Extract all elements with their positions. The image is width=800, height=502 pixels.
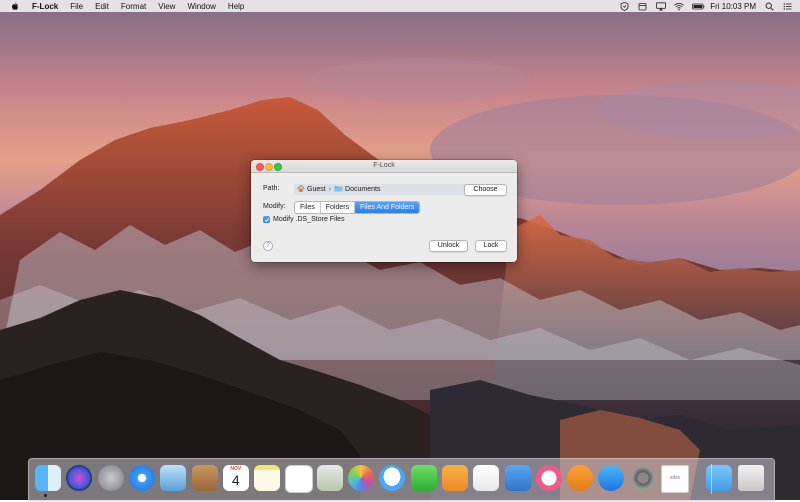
launchpad-icon[interactable] [97, 465, 124, 491]
calendar-day: 4 [231, 472, 240, 488]
path-segment-guest[interactable]: Guest [297, 184, 326, 194]
contacts-icon[interactable] [191, 465, 218, 491]
system-preferences-icon[interactable] [629, 465, 656, 491]
notes-icon[interactable] [254, 465, 281, 491]
menu-extras: Fri 10:03 PM [620, 0, 792, 12]
preview-icon[interactable] [316, 465, 343, 491]
choose-button[interactable]: Choose [464, 184, 507, 196]
document-label: sdsx [669, 475, 681, 481]
ds-store-checkbox[interactable] [263, 216, 270, 223]
menu-window[interactable]: Window [187, 2, 215, 11]
unlock-button[interactable]: Unlock [429, 240, 468, 252]
modify-option-files-and-folders[interactable]: Files And Folders [355, 202, 420, 213]
battery-icon[interactable] [692, 2, 705, 10]
calendar-icon[interactable]: NOV 4 [222, 465, 249, 491]
mail-icon[interactable] [160, 465, 187, 491]
menu-app-name[interactable]: F-Lock [32, 2, 58, 11]
menu-view[interactable]: View [158, 2, 175, 11]
modify-option-files[interactable]: Files [295, 202, 321, 213]
path-documents-label: Documents [345, 186, 381, 193]
help-button[interactable]: ? [263, 241, 273, 251]
folder-icon [334, 185, 343, 194]
menu-clock[interactable]: Fri 10:03 PM [710, 2, 756, 11]
pages-icon[interactable] [441, 465, 468, 491]
home-icon [297, 184, 305, 194]
facetime-icon[interactable] [410, 465, 437, 491]
finder-icon[interactable] [35, 465, 61, 491]
lock-button[interactable]: Lock [475, 240, 507, 252]
menu-format[interactable]: Format [121, 2, 146, 11]
wifi-icon[interactable] [674, 2, 685, 11]
itunes-icon[interactable] [535, 465, 562, 491]
shield-icon[interactable] [620, 2, 629, 11]
path-segment-documents[interactable]: Documents [334, 185, 380, 194]
ds-store-checkbox-label[interactable]: Modify .DS_Store Files [273, 216, 345, 223]
safari-icon[interactable] [128, 465, 155, 491]
menu-file[interactable]: File [70, 2, 83, 11]
ibooks-icon[interactable] [567, 465, 594, 491]
chevron-right-icon: › [328, 186, 332, 193]
messages-icon[interactable] [379, 465, 406, 491]
search-icon[interactable] [765, 2, 774, 11]
app-store-icon[interactable] [598, 465, 625, 491]
path-control[interactable]: Guest › Documents [294, 184, 467, 195]
f-lock-window: F-Lock Path: Guest › Documents Choose Mo… [251, 160, 517, 262]
numbers-icon[interactable] [473, 465, 500, 491]
running-indicator [44, 494, 47, 497]
menu-edit[interactable]: Edit [95, 2, 109, 11]
trash-icon[interactable] [737, 465, 764, 491]
keynote-icon[interactable] [504, 465, 531, 491]
calendar-status-icon[interactable] [638, 2, 647, 11]
menu-help[interactable]: Help [228, 2, 244, 11]
modify-segmented-control: Files Folders Files And Folders [294, 201, 421, 214]
path-guest-label: Guest [307, 186, 326, 193]
notification-center-icon[interactable] [783, 2, 792, 10]
document-icon[interactable]: sdsx [661, 465, 689, 493]
dock-separator [711, 464, 712, 494]
siri-icon[interactable] [66, 465, 93, 491]
path-label: Path: [263, 185, 280, 192]
modify-label: Modify: [263, 203, 286, 210]
photos-icon[interactable] [348, 465, 374, 491]
modify-option-folders[interactable]: Folders [321, 202, 356, 213]
menu-bar: F-Lock File Edit Format View Window Help… [0, 0, 800, 12]
reminders-icon[interactable] [285, 465, 314, 493]
apple-menu-icon[interactable] [10, 1, 20, 11]
window-title: F-Lock [373, 162, 395, 169]
airplay-icon[interactable] [656, 2, 667, 11]
dock: NOV 4 sdsx [28, 458, 775, 502]
window-titlebar[interactable]: F-Lock [251, 160, 517, 173]
